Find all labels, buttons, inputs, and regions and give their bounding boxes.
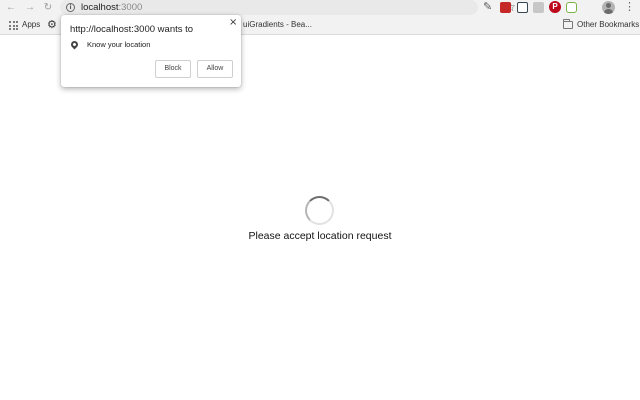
close-icon[interactable]: × bbox=[229, 18, 237, 28]
reload-icon[interactable]: ↻ bbox=[41, 1, 55, 15]
back-arrow-icon[interactable]: ← bbox=[4, 1, 18, 15]
loading-spinner-icon bbox=[305, 196, 334, 225]
url-port: :3000 bbox=[118, 2, 143, 13]
screen-capture-icon[interactable] bbox=[517, 2, 528, 13]
extension-red-icon[interactable] bbox=[500, 2, 511, 13]
pinterest-icon[interactable]: P bbox=[549, 1, 561, 13]
info-icon[interactable]: i bbox=[66, 3, 75, 12]
location-pin-icon bbox=[69, 39, 80, 50]
browser-toolbar: ← → ↻ i localhost:3000 ☆ ✎ P ⋮ bbox=[0, 0, 640, 16]
location-permission-popup: http://localhost:3000 wants to × Know yo… bbox=[61, 15, 241, 87]
bookmark-other[interactable]: Other Bookmarks bbox=[577, 19, 639, 31]
forward-arrow-icon[interactable]: → bbox=[23, 1, 37, 15]
url-text[interactable]: localhost:3000 bbox=[81, 1, 142, 14]
bookmark-gear-icon[interactable]: ⚙ bbox=[47, 19, 57, 31]
eyedropper-icon[interactable]: ✎ bbox=[483, 2, 494, 13]
folder-icon[interactable] bbox=[563, 19, 573, 29]
bookmark-uigradients[interactable]: uiGradients - Bea... bbox=[243, 19, 312, 31]
apps-grid-icon[interactable] bbox=[9, 21, 18, 30]
address-bar[interactable]: i localhost:3000 ☆ bbox=[60, 0, 516, 15]
block-button[interactable]: Block bbox=[155, 60, 191, 78]
node-hexagon-icon[interactable] bbox=[566, 2, 577, 13]
bookmark-apps[interactable]: Apps bbox=[22, 19, 40, 31]
permission-item: Know your location bbox=[87, 40, 151, 49]
popup-title: http://localhost:3000 wants to bbox=[70, 24, 194, 35]
extension-gray-icon[interactable] bbox=[533, 2, 544, 13]
status-message: Please accept location request bbox=[248, 230, 392, 242]
more-vertical-icon[interactable]: ⋮ bbox=[624, 0, 635, 15]
avatar[interactable] bbox=[602, 1, 615, 14]
allow-button[interactable]: Allow bbox=[197, 60, 233, 78]
url-host: localhost bbox=[81, 2, 119, 13]
